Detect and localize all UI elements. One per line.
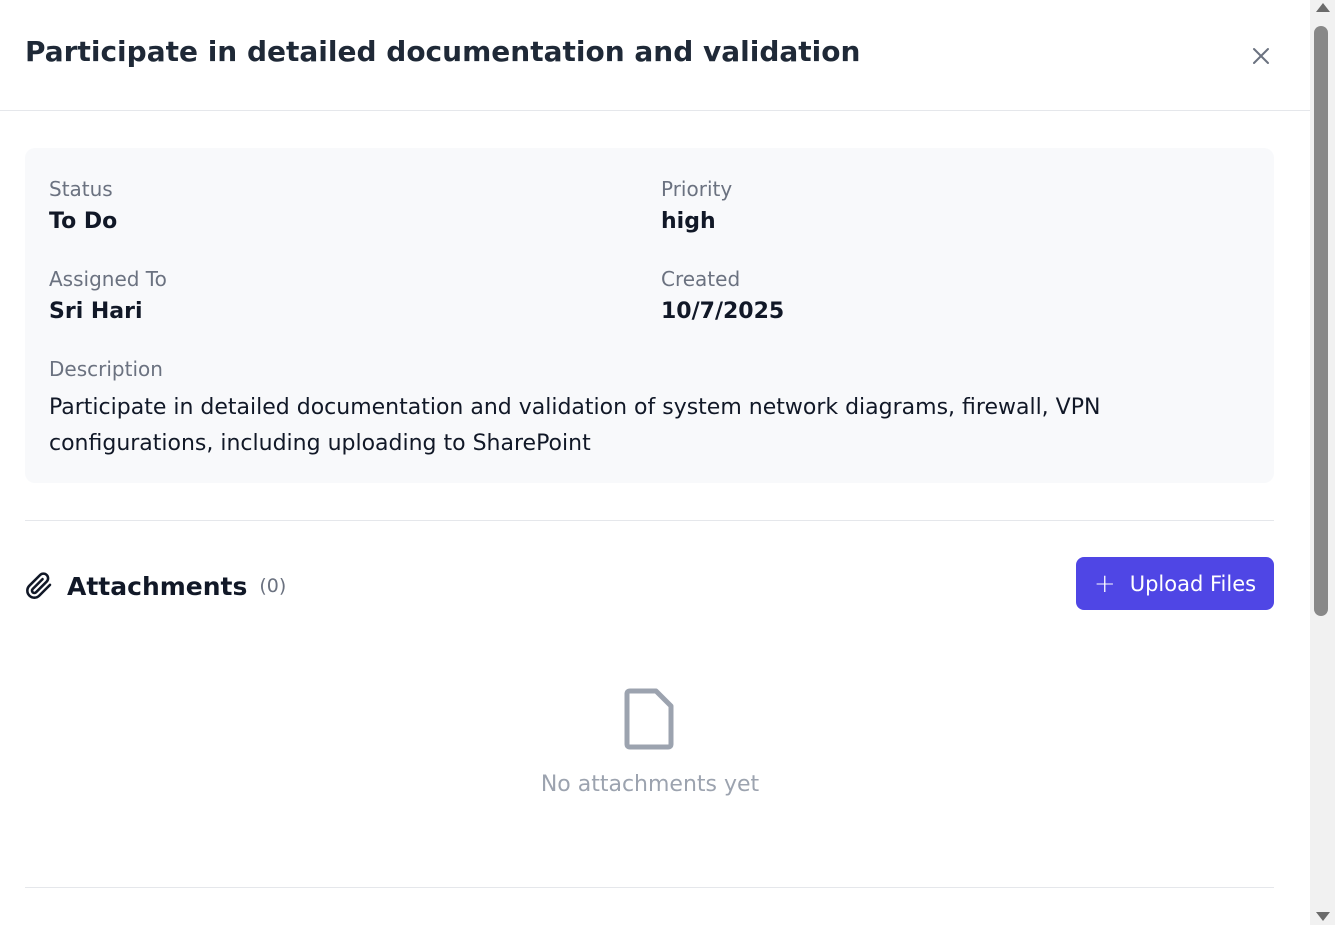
- plus-icon: +: [1093, 568, 1116, 599]
- paperclip-icon: [26, 572, 52, 599]
- modal-header: Participate in detailed documentation an…: [0, 0, 1310, 111]
- upload-files-label: Upload Files: [1129, 571, 1257, 596]
- priority-label: Priority: [661, 177, 733, 201]
- section-divider: [25, 520, 1274, 521]
- task-info-card: Status To Do Priority high Assigned To S…: [25, 148, 1274, 483]
- description-value: Participate in detailed documentation an…: [49, 395, 1101, 456]
- empty-attachments-text: No attachments yet: [540, 772, 760, 797]
- upload-files-button[interactable]: + Upload Files: [1076, 557, 1274, 610]
- status-value: To Do: [49, 209, 118, 234]
- vertical-scrollbar[interactable]: [1310, 0, 1335, 925]
- created-label: Created: [661, 267, 741, 291]
- assigned-to-label: Assigned To: [49, 267, 167, 291]
- priority-value: high: [661, 209, 716, 234]
- description-label: Description: [49, 357, 163, 381]
- task-detail-modal: Participate in detailed documentation an…: [0, 0, 1310, 925]
- scroll-down-arrow-icon[interactable]: [1316, 912, 1330, 921]
- close-button[interactable]: [1246, 41, 1276, 71]
- close-icon: [1253, 48, 1269, 64]
- scroll-thumb[interactable]: [1314, 26, 1328, 616]
- bottom-divider: [25, 887, 1274, 888]
- created-value: 10/7/2025: [661, 299, 785, 324]
- modal-title: Participate in detailed documentation an…: [25, 35, 861, 68]
- attachments-title: Attachments: [67, 571, 248, 601]
- scroll-up-arrow-icon[interactable]: [1316, 3, 1330, 12]
- document-icon: [624, 688, 674, 750]
- status-label: Status: [49, 177, 113, 201]
- attachments-header: Attachments (0): [25, 560, 286, 612]
- attachments-count: (0): [259, 575, 287, 597]
- assigned-to-value: Sri Hari: [49, 299, 143, 324]
